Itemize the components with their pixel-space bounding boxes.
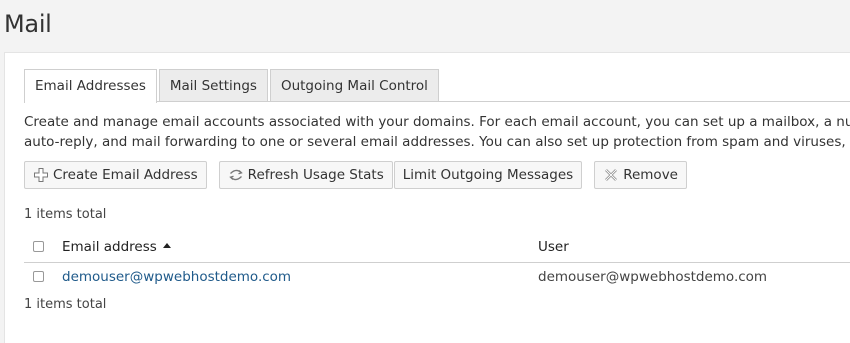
row-user: demouser@wpwebhostdemo.com — [538, 269, 768, 285]
select-all-checkbox[interactable] — [33, 241, 44, 252]
create-email-address-label: Create Email Address — [53, 167, 198, 183]
main-panel: Email Addresses Mail Settings Outgoing M… — [4, 52, 850, 343]
email-address-link[interactable]: demouser@wpwebhostdemo.com — [62, 269, 291, 285]
refresh-usage-stats-label: Refresh Usage Stats — [247, 167, 384, 183]
tab-bar: Email Addresses Mail Settings Outgoing M… — [24, 69, 441, 103]
items-count-top: 1 items total — [24, 207, 107, 222]
tab-email-addresses[interactable]: Email Addresses — [24, 69, 157, 103]
email-address-column-label: Email address — [62, 239, 157, 255]
page-description: Create and manage email accounts associa… — [24, 112, 850, 152]
email-address-column-header[interactable]: Email address — [62, 239, 171, 255]
limit-outgoing-messages-button[interactable]: Limit Outgoing Messages — [393, 161, 583, 189]
remove-button[interactable]: Remove — [594, 161, 687, 189]
items-count-bottom: 1 items total — [24, 297, 107, 312]
description-line-2: auto-reply, and mail forwarding to one o… — [24, 134, 850, 150]
sort-ascending-icon — [162, 242, 171, 248]
row-checkbox[interactable] — [33, 271, 44, 282]
toolbar: Create Email Address Refresh Usage Stats… — [24, 161, 687, 189]
refresh-icon — [228, 167, 244, 183]
create-email-address-button[interactable]: Create Email Address — [24, 161, 207, 189]
table-row: demouser@wpwebhostdemo.com demouser@wpwe… — [24, 263, 850, 292]
refresh-usage-stats-button[interactable]: Refresh Usage Stats — [218, 161, 393, 189]
remove-label: Remove — [623, 167, 678, 183]
user-column-header: User — [538, 239, 569, 255]
tab-outgoing-mail-control[interactable]: Outgoing Mail Control — [269, 69, 439, 102]
remove-icon — [603, 167, 619, 183]
description-line-1: Create and manage email accounts associa… — [24, 114, 850, 130]
limit-outgoing-messages-label: Limit Outgoing Messages — [402, 167, 574, 183]
tab-mail-settings[interactable]: Mail Settings — [158, 69, 268, 102]
table-header: Email address User — [24, 233, 850, 263]
plus-icon — [33, 167, 49, 183]
page-title: Mail — [4, 10, 52, 38]
